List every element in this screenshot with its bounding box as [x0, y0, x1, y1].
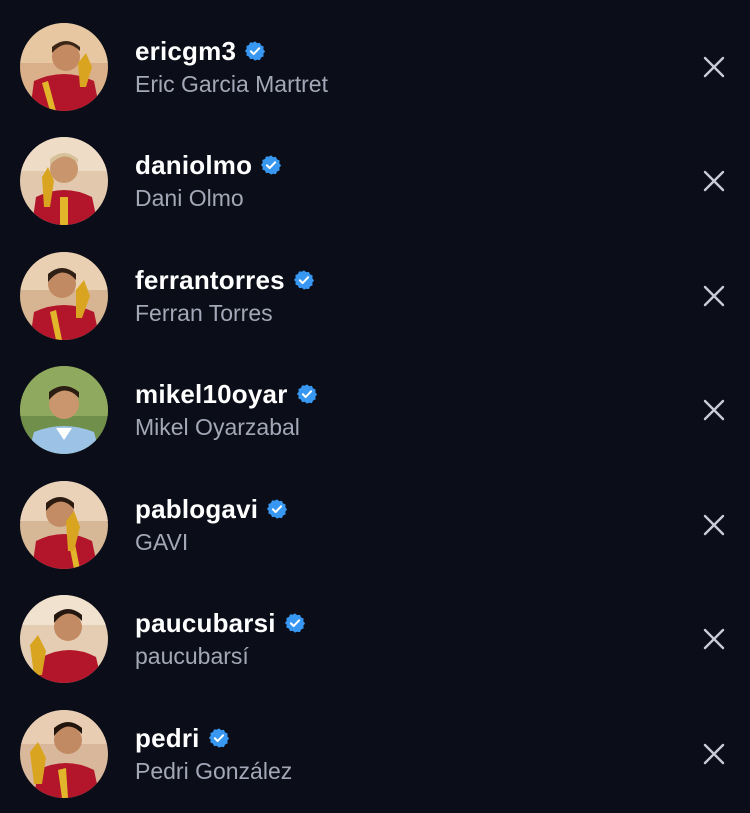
account-row[interactable]: daniolmo Dani Olmo	[0, 133, 750, 229]
account-row[interactable]: mikel10oyar Mikel Oyarzabal	[0, 362, 750, 458]
account-row[interactable]: pedri Pedri González	[0, 706, 750, 802]
full-name: Mikel Oyarzabal	[135, 414, 300, 440]
verified-badge-icon	[245, 41, 266, 61]
username[interactable]: paucubarsi	[135, 608, 276, 639]
full-name: Pedri González	[135, 758, 293, 784]
account-text: daniolmo Dani Olmo	[135, 147, 282, 212]
full-name: Ferran Torres	[135, 300, 273, 326]
verified-badge-icon	[284, 613, 305, 633]
account-text: pablogavi GAVI	[135, 491, 288, 556]
account-row[interactable]: ericgm3 Eric Garcia Martret	[0, 19, 750, 115]
account-row[interactable]: paucubarsi paucubarsí	[0, 591, 750, 687]
suggested-accounts-list: ericgm3 Eric Garcia Martret daniolmo Dan…	[0, 0, 750, 813]
full-name: Dani Olmo	[135, 185, 244, 211]
avatar[interactable]	[20, 595, 108, 683]
account-row[interactable]: ferrantorres Ferran Torres	[0, 248, 750, 344]
username[interactable]: ferrantorres	[135, 265, 285, 296]
username[interactable]: ericgm3	[135, 36, 236, 67]
full-name: paucubarsí	[135, 643, 249, 669]
account-text: mikel10oyar Mikel Oyarzabal	[135, 376, 318, 441]
account-row[interactable]: pablogavi GAVI	[0, 477, 750, 573]
verified-badge-icon	[293, 270, 314, 290]
account-text: ferrantorres Ferran Torres	[135, 262, 315, 327]
username[interactable]: mikel10oyar	[135, 379, 288, 410]
close-icon[interactable]	[700, 396, 728, 424]
avatar[interactable]	[20, 366, 108, 454]
verified-badge-icon	[296, 384, 317, 404]
close-icon[interactable]	[700, 53, 728, 81]
full-name: Eric Garcia Martret	[135, 71, 328, 97]
avatar[interactable]	[20, 137, 108, 225]
close-icon[interactable]	[700, 167, 728, 195]
avatar[interactable]	[20, 23, 108, 111]
close-icon[interactable]	[700, 740, 728, 768]
verified-badge-icon	[261, 155, 282, 175]
username[interactable]: pablogavi	[135, 494, 258, 525]
account-text: ericgm3 Eric Garcia Martret	[135, 33, 328, 98]
username[interactable]: daniolmo	[135, 150, 252, 181]
avatar[interactable]	[20, 710, 108, 798]
full-name: GAVI	[135, 529, 189, 555]
verified-badge-icon	[208, 728, 229, 748]
avatar[interactable]	[20, 481, 108, 569]
username[interactable]: pedri	[135, 723, 200, 754]
account-text: paucubarsi paucubarsí	[135, 605, 306, 670]
close-icon[interactable]	[700, 282, 728, 310]
verified-badge-icon	[267, 499, 288, 519]
account-text: pedri Pedri González	[135, 720, 292, 785]
avatar[interactable]	[20, 252, 108, 340]
close-icon[interactable]	[700, 511, 728, 539]
close-icon[interactable]	[700, 625, 728, 653]
